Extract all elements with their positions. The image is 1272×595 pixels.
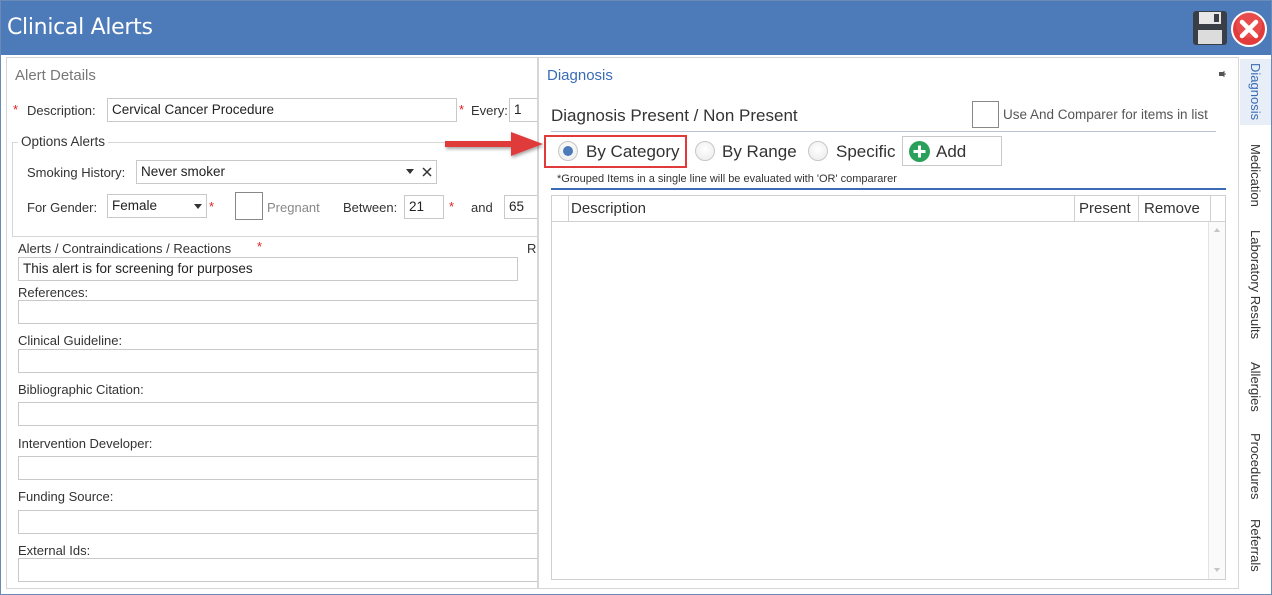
every-input[interactable]: 1 (509, 98, 537, 122)
smoking-history-value: Never smoker (141, 164, 226, 179)
bibliographic-citation-input[interactable] (18, 402, 537, 426)
vertical-scrollbar[interactable] (1208, 222, 1225, 579)
grouping-note: *Grouped Items in a single line will be … (557, 173, 897, 185)
tab-laboratory-results[interactable]: Laboratory Results (1240, 225, 1271, 345)
clear-icon[interactable] (422, 167, 432, 177)
close-button[interactable] (1230, 10, 1268, 48)
tab-diagnosis[interactable]: Diagnosis (1240, 59, 1271, 125)
tab-procedures[interactable]: Procedures (1240, 429, 1271, 503)
add-label: Add (936, 142, 967, 161)
floppy-disk-icon (1193, 11, 1227, 45)
tab-referrals[interactable]: Referrals (1240, 515, 1271, 575)
gender-select[interactable]: Female (107, 194, 207, 218)
funding-source-input[interactable] (18, 510, 537, 534)
references-label: References: (18, 285, 89, 300)
column-separator (1074, 196, 1075, 222)
blue-divider (551, 188, 1226, 190)
required-marker: * (449, 199, 455, 214)
and-label: and (471, 200, 493, 215)
funding-source-label: Funding Source: (18, 489, 114, 504)
grid-header: Description Present Remove (552, 196, 1225, 222)
by-range-label[interactable]: By Range (722, 142, 797, 162)
save-button[interactable] (1192, 10, 1228, 46)
intervention-developer-label: Intervention Developer: (18, 436, 153, 451)
tab-allergies[interactable]: Allergies (1240, 357, 1271, 417)
chevron-down-icon[interactable] (193, 203, 203, 211)
alerts-label: Alerts / Contraindications / Reactions (18, 241, 232, 256)
diagnosis-title: Diagnosis (547, 67, 613, 84)
external-ids-input[interactable] (18, 558, 537, 582)
add-button[interactable]: Add (902, 136, 1002, 166)
external-ids-label: External Ids: (18, 543, 91, 558)
alerts-input[interactable]: This alert is for screening for purposes (18, 257, 518, 281)
options-alerts-title: Options Alerts (18, 134, 109, 149)
between-label: Between: (343, 200, 398, 215)
by-category-radio[interactable] (558, 141, 578, 161)
column-header-remove[interactable]: Remove (1144, 200, 1200, 217)
required-marker: * (209, 199, 215, 214)
column-separator (568, 196, 569, 222)
diagnosis-heading: Diagnosis Present / Non Present (551, 106, 798, 125)
column-header-present[interactable]: Present (1079, 200, 1131, 217)
required-marker: * (459, 102, 465, 117)
age-from-input[interactable]: 21 (404, 195, 444, 219)
comparer-label: Use And Comparer for items in list (1003, 107, 1208, 122)
specific-label[interactable]: Specific (836, 142, 896, 162)
by-category-label[interactable]: By Category (586, 142, 680, 162)
diagnosis-grid: Description Present Remove (551, 195, 1226, 580)
window-title: Clinical Alerts (7, 15, 153, 40)
by-range-radio[interactable] (695, 141, 715, 161)
plus-circle-icon (909, 141, 930, 162)
arrow-annotation-icon (445, 132, 543, 156)
column-separator (1138, 196, 1139, 222)
pin-icon[interactable] (1218, 70, 1227, 78)
gender-value: Female (112, 198, 158, 213)
column-separator (1210, 196, 1211, 222)
clinical-alerts-window: Clinical Alerts Alert Details * Descript… (0, 0, 1272, 595)
smoking-history-select[interactable]: Never smoker (136, 160, 437, 184)
bibliographic-citation-label: Bibliographic Citation: (18, 382, 144, 397)
required-marker: * (257, 239, 263, 254)
age-to-input[interactable]: 65 (504, 195, 537, 219)
alert-details-title: Alert Details (15, 67, 96, 84)
scroll-up-icon[interactable] (1213, 227, 1221, 233)
required-marker: * (13, 102, 19, 117)
column-header-description[interactable]: Description (571, 200, 646, 217)
smoking-history-label: Smoking History: (27, 165, 126, 180)
clinical-guideline-input[interactable] (18, 349, 537, 373)
title-bar: Clinical Alerts (1, 1, 1271, 55)
description-label: Description: (27, 103, 96, 118)
scroll-down-icon[interactable] (1213, 567, 1221, 573)
diagnosis-panel: Diagnosis Diagnosis Present / Non Presen… (538, 57, 1239, 589)
pregnant-label: Pregnant (267, 200, 320, 215)
close-circle-icon (1231, 11, 1267, 47)
clinical-guideline-label: Clinical Guideline: (18, 333, 123, 348)
section-tabs: Diagnosis Medication Laboratory Results … (1240, 57, 1271, 589)
chevron-down-icon[interactable] (405, 168, 415, 176)
comparer-checkbox[interactable] (972, 101, 999, 128)
pregnant-checkbox[interactable] (235, 192, 263, 220)
tab-medication[interactable]: Medication (1240, 137, 1271, 213)
divider (551, 131, 1216, 132)
intervention-developer-input[interactable] (18, 456, 537, 480)
specific-radio[interactable] (808, 141, 828, 161)
every-label: Every: (471, 103, 508, 118)
truncated-label: Re (527, 241, 537, 256)
gender-label: For Gender: (27, 200, 98, 215)
references-input[interactable] (18, 300, 537, 324)
description-input[interactable]: Cervical Cancer Procedure (107, 98, 457, 122)
